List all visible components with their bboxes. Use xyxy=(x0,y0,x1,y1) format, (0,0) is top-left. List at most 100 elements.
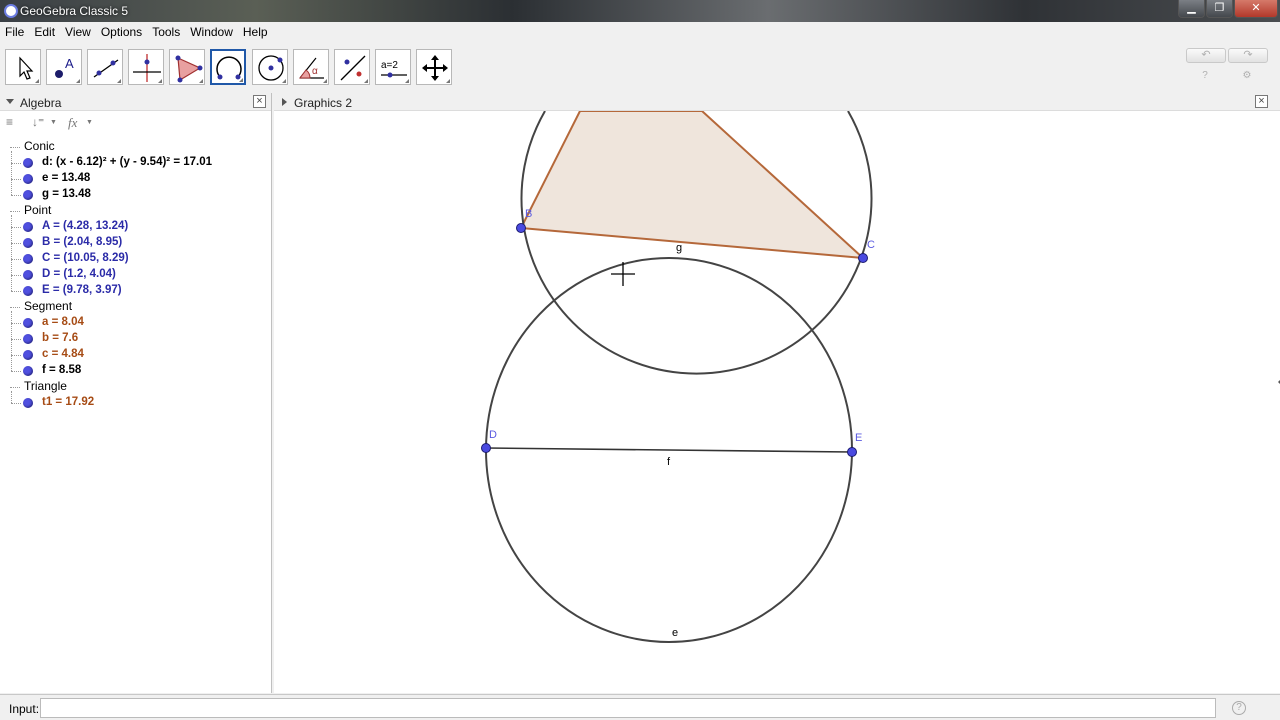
tree-connector xyxy=(11,227,21,228)
graphics-header: Graphics 2 × xyxy=(274,93,1280,111)
angle-tool-letter: α xyxy=(312,66,318,77)
label-e-conic: e xyxy=(672,627,678,639)
algebra-item[interactable]: D = (1.2, 4.04) xyxy=(0,267,270,283)
graphics-canvas[interactable]: B C D E g f e xyxy=(274,111,1280,693)
visibility-toggle-dot[interactable] xyxy=(23,334,33,344)
visibility-toggle-dot[interactable] xyxy=(23,366,33,376)
menu-help[interactable]: Help xyxy=(238,22,273,42)
algebra-item-text: t1 = 17.92 xyxy=(42,396,95,408)
title-bar: GeoGebra Classic 5 ▁ ❐ ✕ xyxy=(0,0,1280,22)
menu-view[interactable]: View xyxy=(60,22,96,42)
algebra-item[interactable]: c = 4.84 xyxy=(0,347,270,363)
tree-connector xyxy=(11,355,21,356)
menu-edit[interactable]: Edit xyxy=(29,22,60,42)
close-window-button[interactable]: ✕ xyxy=(1234,0,1278,18)
fx-icon[interactable]: fx xyxy=(68,115,77,131)
category-conic[interactable]: Conic xyxy=(24,139,55,153)
polygon-tool-button[interactable] xyxy=(169,49,205,85)
undo-button[interactable]: ↶ xyxy=(1186,48,1226,63)
segment-f[interactable] xyxy=(485,447,853,453)
algebra-item[interactable]: B = (2.04, 8.95) xyxy=(0,235,270,251)
triangle-t1[interactable] xyxy=(519,111,866,260)
line-tool-button[interactable] xyxy=(87,49,123,85)
maximize-button[interactable]: ❐ xyxy=(1206,0,1233,18)
dropdown-arrow-icon: ▼ xyxy=(50,119,57,126)
move-tool-button[interactable] xyxy=(5,49,41,85)
visibility-toggle-dot[interactable] xyxy=(23,286,33,296)
menu-bar: File Edit View Options Tools Window Help xyxy=(0,22,1280,42)
algebra-item[interactable]: g = 13.48 xyxy=(0,187,270,203)
close-algebra-button[interactable]: × xyxy=(253,95,266,108)
algebra-item[interactable]: E = (9.78, 3.97) xyxy=(0,283,270,299)
tree-connector xyxy=(11,275,21,276)
graphics-view-2[interactable]: Graphics 2 × B C D E g f e xyxy=(274,93,1280,693)
circle-tool-button[interactable] xyxy=(252,49,288,85)
algebra-header: Algebra × xyxy=(0,93,271,111)
tree-connector xyxy=(10,211,20,212)
algebra-item-text: f = 8.58 xyxy=(42,364,82,376)
tree-line xyxy=(11,215,12,291)
tree-line xyxy=(11,391,12,403)
input-field[interactable] xyxy=(40,698,1216,718)
collapse-triangle-icon[interactable] xyxy=(6,99,14,104)
algebra-item-text: A = (4.28, 13.24) xyxy=(42,220,129,232)
perpendicular-tool-button[interactable] xyxy=(128,49,164,85)
visibility-toggle-dot[interactable] xyxy=(23,222,33,232)
geogebra-logo-icon xyxy=(4,4,18,18)
redo-button[interactable]: ↷ xyxy=(1228,48,1268,63)
point-d[interactable] xyxy=(481,443,491,453)
visibility-toggle-dot[interactable] xyxy=(23,318,33,328)
point-e[interactable] xyxy=(847,447,857,457)
window-title: GeoGebra Classic 5 xyxy=(20,4,129,18)
algebra-item[interactable]: b = 7.6 xyxy=(0,331,270,347)
visibility-toggle-dot[interactable] xyxy=(23,270,33,280)
algebra-item[interactable]: C = (10.05, 8.29) xyxy=(0,251,270,267)
point-c[interactable] xyxy=(858,253,868,263)
input-bar: Input: ? xyxy=(0,694,1280,720)
visibility-toggle-dot[interactable] xyxy=(23,190,33,200)
expand-triangle-icon[interactable] xyxy=(282,98,287,106)
algebra-item[interactable]: A = (4.28, 13.24) xyxy=(0,219,270,235)
point-tool-button[interactable]: A xyxy=(46,49,82,85)
settings-gear-icon[interactable]: ⚙ xyxy=(1241,70,1253,82)
circle-arc-tool-button[interactable] xyxy=(210,49,246,85)
algebra-item[interactable]: f = 8.58 xyxy=(0,363,270,379)
algebra-item-text: B = (2.04, 8.95) xyxy=(42,236,123,248)
algebra-item-text: g = 13.48 xyxy=(42,188,91,200)
visibility-toggle-dot[interactable] xyxy=(23,350,33,360)
tree-connector xyxy=(11,243,21,244)
category-segment[interactable]: Segment xyxy=(24,299,72,313)
sort-lines-icon[interactable]: ≡ xyxy=(6,115,13,129)
slider-tool-button[interactable]: a=2 xyxy=(375,49,411,85)
category-triangle[interactable]: Triangle xyxy=(24,379,67,393)
minimize-button[interactable]: ▁ xyxy=(1178,0,1205,18)
reflect-tool-button[interactable] xyxy=(334,49,370,85)
menu-window[interactable]: Window xyxy=(185,22,238,42)
label-c: C xyxy=(867,239,875,251)
algebra-item-text: b = 7.6 xyxy=(42,332,79,344)
tree-connector xyxy=(11,195,21,196)
algebra-item[interactable]: a = 8.04 xyxy=(0,315,270,331)
algebra-item[interactable]: e = 13.48 xyxy=(0,171,270,187)
point-b[interactable] xyxy=(516,223,526,233)
input-help-icon[interactable]: ? xyxy=(1232,701,1246,715)
menu-tools[interactable]: Tools xyxy=(147,22,185,42)
visibility-toggle-dot[interactable] xyxy=(23,254,33,264)
visibility-toggle-dot[interactable] xyxy=(23,238,33,248)
move-graphics-tool-button[interactable] xyxy=(416,49,452,85)
tree-connector xyxy=(11,323,21,324)
algebra-item[interactable]: d: (x - 6.12)² + (y - 9.54)² = 17.01 xyxy=(0,155,270,171)
menu-options[interactable]: Options xyxy=(96,22,147,42)
help-icon[interactable]: ? xyxy=(1199,70,1211,82)
visibility-toggle-dot[interactable] xyxy=(23,398,33,408)
category-point[interactable]: Point xyxy=(24,203,51,217)
close-graphics-button[interactable]: × xyxy=(1255,95,1268,108)
menu-file[interactable]: File xyxy=(0,22,29,42)
visibility-toggle-dot[interactable] xyxy=(23,174,33,184)
angle-tool-button[interactable]: α xyxy=(293,49,329,85)
algebra-item[interactable]: t1 = 17.92 xyxy=(0,395,270,411)
sort-order-icon[interactable]: ↓⁼ xyxy=(32,115,44,129)
visibility-toggle-dot[interactable] xyxy=(23,158,33,168)
algebra-item-text: c = 4.84 xyxy=(42,348,84,360)
algebra-item-text: D = (1.2, 4.04) xyxy=(42,268,116,280)
